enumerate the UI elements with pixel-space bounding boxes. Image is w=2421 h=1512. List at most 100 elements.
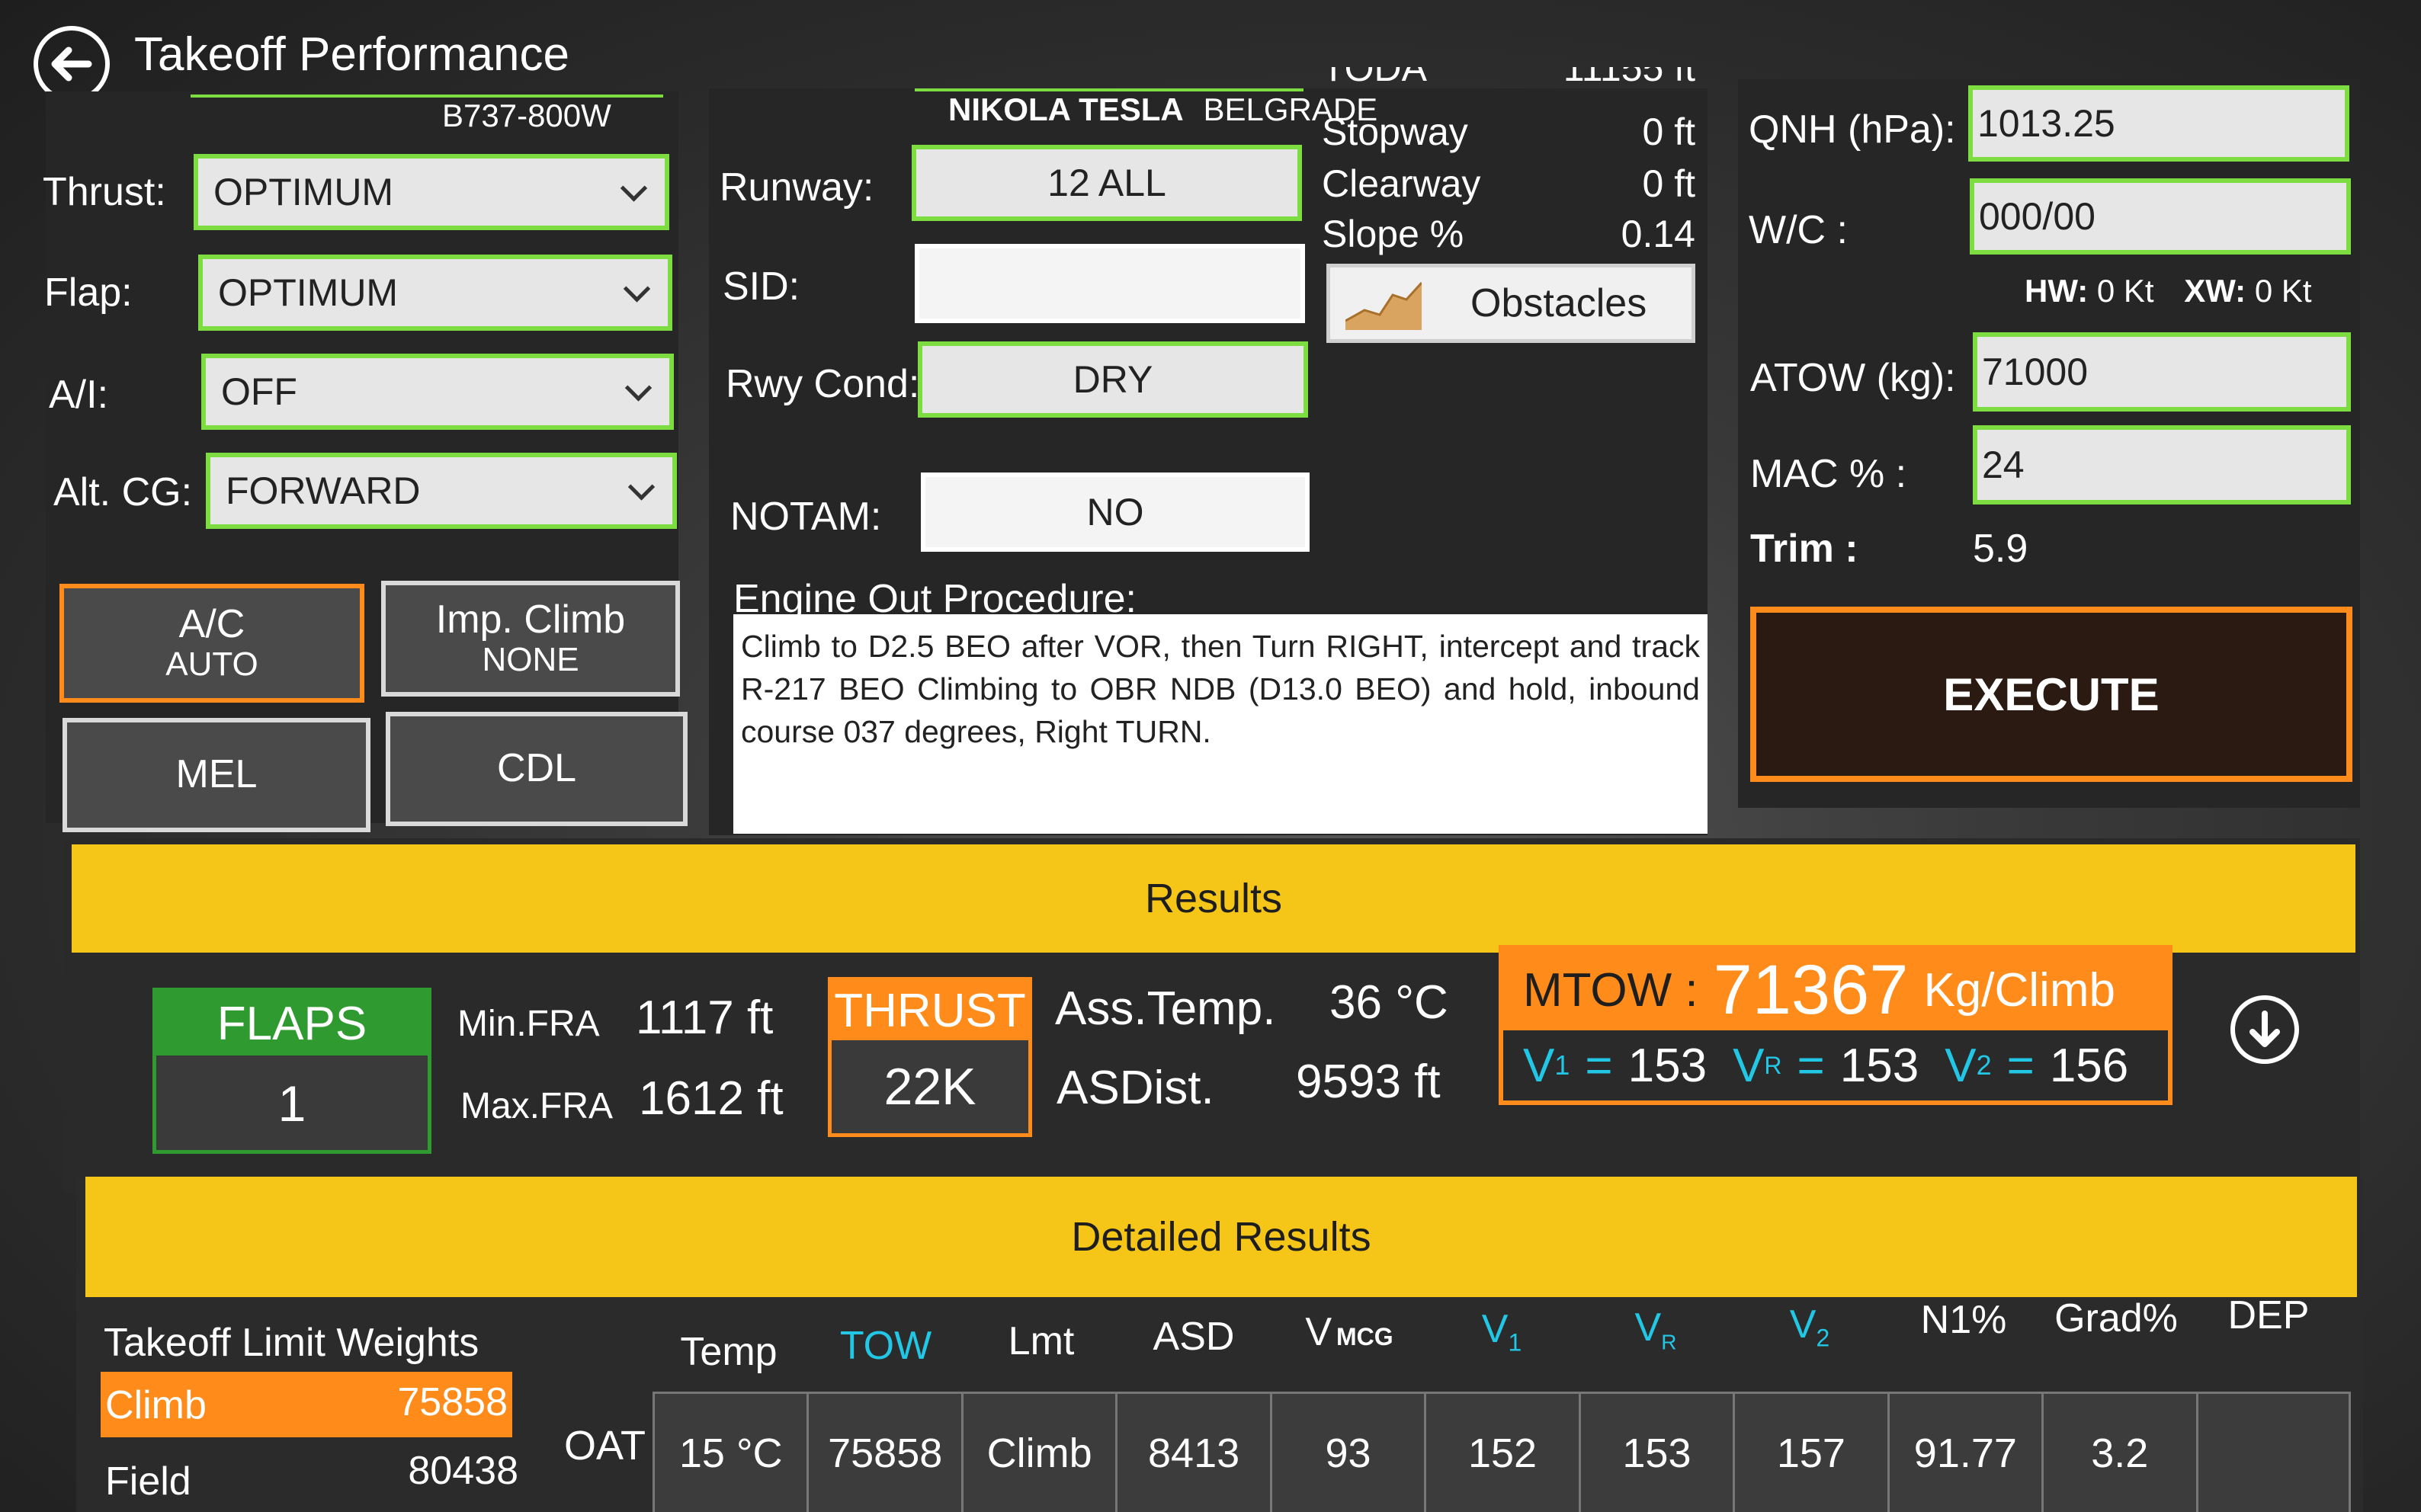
thrust-label: Thrust: xyxy=(43,170,166,214)
tlw-climb-label: Climb xyxy=(105,1383,207,1427)
toda-value: 11155 ft xyxy=(1563,67,1695,89)
cell-v2: 157 xyxy=(1735,1394,1890,1512)
stopway-value: 0 ft xyxy=(1642,111,1695,153)
imp-climb-button[interactable]: Imp. Climb NONE xyxy=(381,581,680,697)
rwycond-select[interactable]: DRY xyxy=(918,341,1308,418)
aircraft-label: B737-800W xyxy=(442,98,611,133)
altcg-select[interactable]: FORWARD xyxy=(206,453,677,529)
col-n1: N1% xyxy=(1920,1298,2007,1342)
minfra-value: 1117 ft xyxy=(636,991,774,1044)
back-button[interactable] xyxy=(34,26,110,102)
cdl-button[interactable]: CDL xyxy=(386,712,688,826)
flaps-label: FLAPS xyxy=(156,991,428,1056)
ac-button[interactable]: A/C AUTO xyxy=(59,584,364,703)
ai-value: OFF xyxy=(221,370,297,413)
runway-select[interactable]: 12 ALL xyxy=(912,145,1302,221)
col-vmcg: V MCG xyxy=(1273,1309,1425,1355)
chevron-down-icon xyxy=(624,374,653,402)
col-v1-v: V xyxy=(1481,1307,1509,1351)
v1-eq: = xyxy=(1585,1039,1613,1092)
cell-grad: 3.2 xyxy=(2044,1394,2198,1512)
v2-sub: 2 xyxy=(1976,1049,1992,1081)
ai-label: A/I: xyxy=(49,373,109,417)
col-vr-sub: R xyxy=(1661,1330,1677,1354)
v2-eq: = xyxy=(2006,1039,2035,1092)
thrust-select[interactable]: OPTIMUM xyxy=(194,154,669,230)
asdist-value: 9593 ft xyxy=(1296,1056,1441,1108)
col-vr: VR xyxy=(1579,1305,1732,1354)
stopway-row: Stopway 0 ft xyxy=(1322,110,1695,163)
runway-value: 12 ALL xyxy=(1047,162,1166,204)
col-vmcg-v: V xyxy=(1305,1310,1332,1354)
cell-tow: 75858 xyxy=(809,1394,964,1512)
altcg-value: FORWARD xyxy=(226,469,421,512)
table-row: 15 °C 75858 Climb 8413 93 152 153 157 91… xyxy=(653,1392,2351,1512)
qnh-value: 1013.25 xyxy=(1977,102,2115,145)
trim-label: Trim : xyxy=(1750,527,1858,571)
minfra-label: Min.FRA xyxy=(457,1004,600,1044)
col-v2-sub: 2 xyxy=(1816,1324,1830,1352)
expand-details-button[interactable] xyxy=(2230,995,2299,1064)
execute-button[interactable]: EXECUTE xyxy=(1750,607,2352,782)
v2-label: V xyxy=(1945,1039,1977,1092)
detailed-title: Detailed Results xyxy=(1071,1214,1371,1260)
obstacles-label: Obstacles xyxy=(1470,281,1647,325)
mel-button[interactable]: MEL xyxy=(63,718,370,832)
toda-label: TODA xyxy=(1322,67,1427,89)
col-vr-v: V xyxy=(1634,1305,1662,1350)
atow-input[interactable]: 71000 xyxy=(1973,332,2351,412)
qnh-label: QNH (hPa): xyxy=(1749,107,1956,152)
thrust-value: OPTIMUM xyxy=(213,171,394,213)
arrow-down-circle-icon xyxy=(2249,1011,2280,1047)
wc-value: 000/00 xyxy=(1979,195,2096,238)
vr-value: 153 xyxy=(1839,1039,1919,1092)
slope-value: 0.14 xyxy=(1621,213,1695,255)
back-arrow-icon xyxy=(51,46,92,82)
cell-v1: 152 xyxy=(1426,1394,1581,1512)
mtow-header: MTOW : 71367 Kg/Climb xyxy=(1503,950,2168,1030)
col-lmt: Lmt xyxy=(1008,1319,1075,1363)
col-vmcg-sub: MCG xyxy=(1336,1323,1393,1350)
tlw-field-row: Field 80438 xyxy=(101,1443,518,1509)
v1-value: 153 xyxy=(1627,1039,1708,1092)
col-dep: DEP xyxy=(2227,1293,2310,1337)
altcg-label: Alt. CG: xyxy=(53,470,193,514)
qnh-input[interactable]: 1013.25 xyxy=(1968,85,2349,162)
chevron-down-icon xyxy=(620,175,648,202)
rwycond-value: DRY xyxy=(1073,358,1153,401)
runway-label: Runway: xyxy=(720,165,874,210)
obstacles-button[interactable]: Obstacles xyxy=(1326,264,1695,343)
clearway-label: Clearway xyxy=(1322,162,1481,205)
eop-text: Climb to D2.5 BEO after VOR, then Turn R… xyxy=(741,629,1700,749)
notam-select[interactable]: NO xyxy=(921,472,1310,552)
maxfra-value: 1612 ft xyxy=(639,1072,784,1125)
col-v1: V1 xyxy=(1425,1306,1578,1357)
sid-select[interactable] xyxy=(915,244,1305,323)
v1-sub: 1 xyxy=(1554,1049,1570,1081)
flaps-result: FLAPS 1 xyxy=(152,988,431,1154)
wind-components: HW: 0 Kt XW: 0 Kt xyxy=(2025,273,2312,309)
xw-value: 0 Kt xyxy=(2254,273,2312,309)
imp-climb-title: Imp. Climb xyxy=(435,597,626,642)
flap-select[interactable]: OPTIMUM xyxy=(198,255,672,331)
mac-label: MAC % : xyxy=(1750,452,1907,496)
runway-info: TODA 11155 ft Stopway 0 ft Clearway 0 ft… xyxy=(1319,67,1700,265)
cell-temp: 15 °C xyxy=(655,1394,810,1512)
detailed-header: Detailed Results xyxy=(85,1177,2357,1297)
ai-select[interactable]: OFF xyxy=(201,354,674,430)
results-title: Results xyxy=(1144,876,1283,921)
cell-vr: 153 xyxy=(1581,1394,1736,1512)
wc-input[interactable]: 000/00 xyxy=(1970,178,2351,255)
tlw-climb-row: Climb 75858 xyxy=(101,1372,512,1437)
thrust-result-value: 22K xyxy=(883,1058,976,1116)
speeds-row: V1 = 153 VR = 153 V2 = 156 xyxy=(1503,1030,2168,1100)
asstemp-value: 36 °C xyxy=(1329,976,1448,1029)
maxfra-label: Max.FRA xyxy=(460,1086,614,1126)
vr-label: V xyxy=(1733,1039,1765,1092)
mac-input[interactable]: 24 xyxy=(1973,425,2351,505)
flap-label: Flap: xyxy=(44,271,133,315)
mac-value: 24 xyxy=(1982,444,2025,486)
eop-textbox[interactable]: Climb to D2.5 BEO after VOR, then Turn R… xyxy=(733,614,1708,834)
terrain-chart-icon xyxy=(1345,281,1422,330)
ac-title: A/C xyxy=(178,602,245,647)
